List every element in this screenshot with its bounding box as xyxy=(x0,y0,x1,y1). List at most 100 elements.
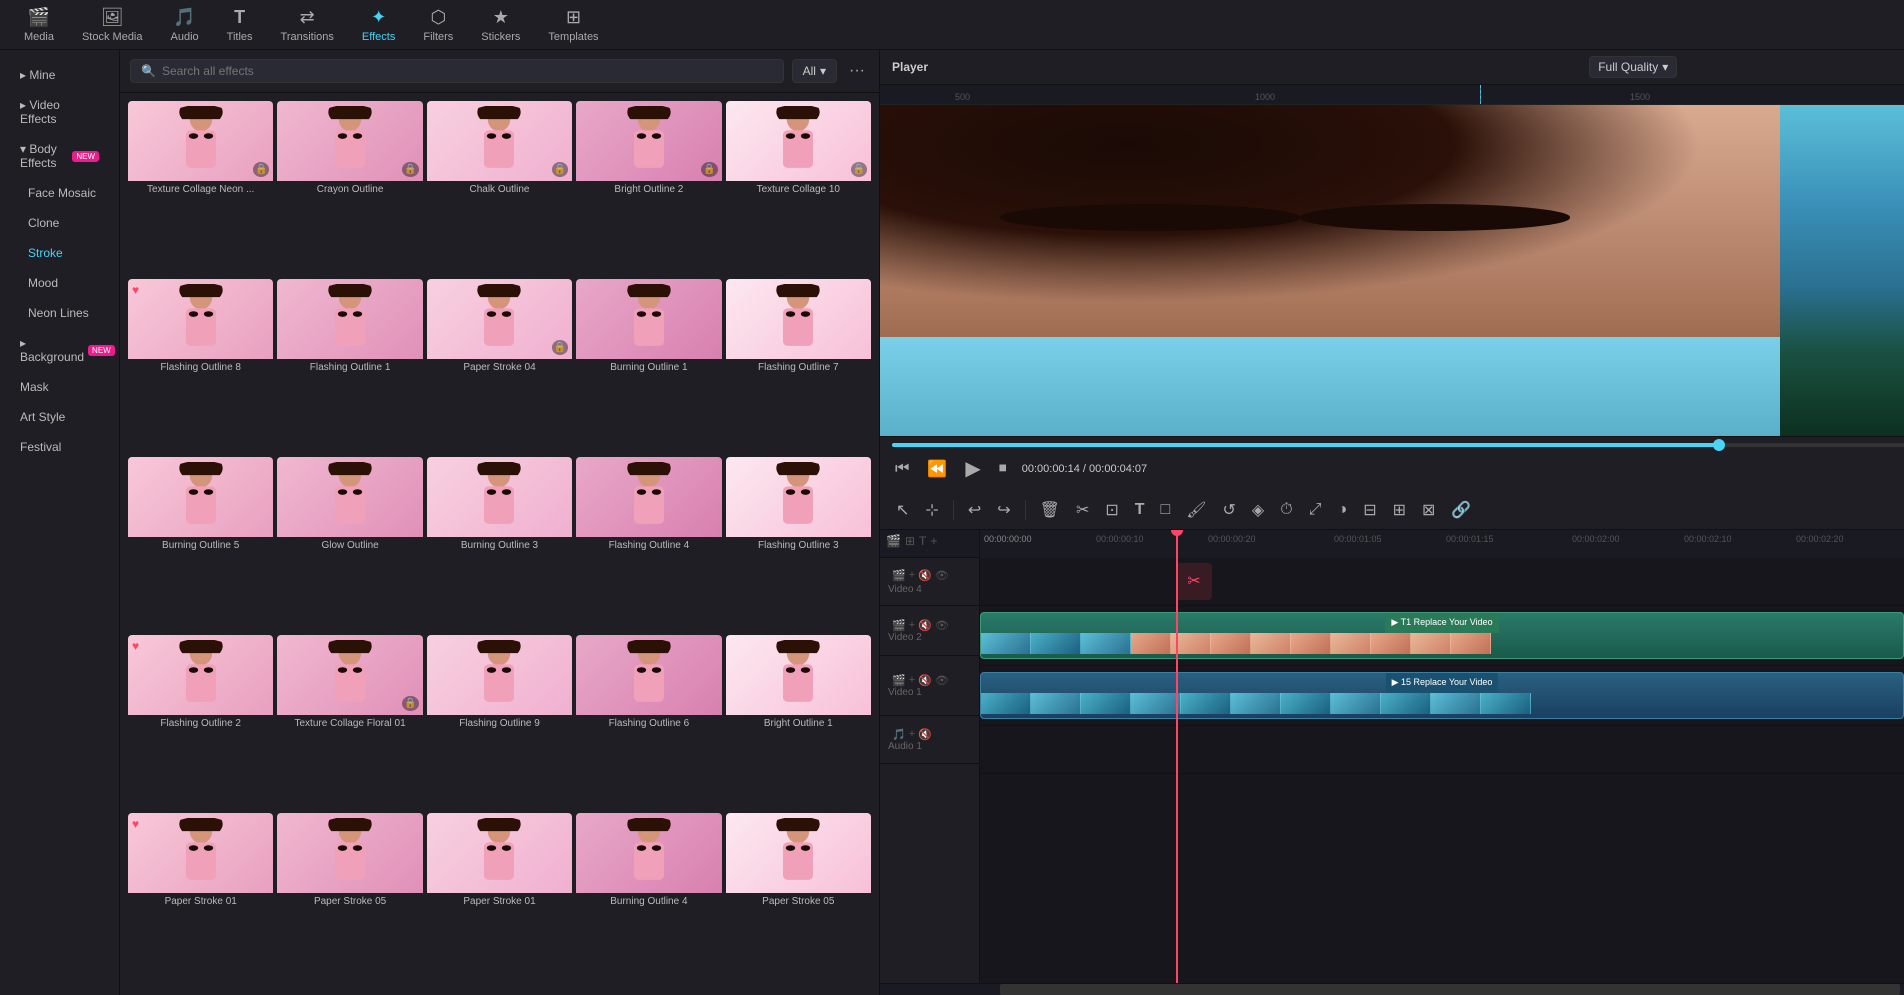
sidebar-item-clone[interactable]: Clone xyxy=(4,209,115,237)
nav-templates[interactable]: ⊞ Templates xyxy=(534,3,612,47)
effect-item-5[interactable]: ♥ Flashing Outline 8 xyxy=(128,279,273,453)
cut-button[interactable]: ✂ xyxy=(1070,496,1095,524)
quality-selector[interactable]: Full Quality ▾ xyxy=(1589,56,1677,78)
nav-effects[interactable]: ✦ Effects xyxy=(348,3,409,47)
sidebar-item-stroke[interactable]: Stroke xyxy=(4,239,115,267)
progress-handle[interactable] xyxy=(1713,439,1725,451)
merge-tool[interactable]: ⊞ xyxy=(1387,496,1412,524)
video2-clip[interactable]: ▶ T1 Replace Your Video xyxy=(980,612,1904,659)
sidebar-item-face-mosaic[interactable]: Face Mosaic xyxy=(4,179,115,207)
crop-alt-tool[interactable]: ⊠ xyxy=(1416,496,1441,524)
text-tool[interactable]: T xyxy=(1129,497,1151,523)
select-tool[interactable]: ↖ xyxy=(890,496,915,524)
nav-audio[interactable]: 🎵 Audio xyxy=(157,3,213,47)
nav-transitions[interactable]: ⇄ Transitions xyxy=(267,3,348,47)
search-box[interactable]: 🔍 xyxy=(130,59,784,83)
effect-item-7[interactable]: 🔒 Paper Stroke 04 xyxy=(427,279,572,453)
thumb-cell xyxy=(1291,633,1331,654)
effect-item-2[interactable]: 🔒 Chalk Outline xyxy=(427,101,572,275)
filter-button[interactable]: All ▾ xyxy=(792,59,837,83)
effect-item-17[interactable]: Flashing Outline 9 xyxy=(427,635,572,809)
mask-tool[interactable]: ◑ xyxy=(1332,497,1354,523)
video1-eye-icon[interactable]: 👁 xyxy=(935,674,949,687)
resize-tool[interactable]: ⤢ xyxy=(1303,497,1328,523)
effect-item-11[interactable]: Glow Outline xyxy=(277,457,422,631)
effect-item-21[interactable]: Paper Stroke 05 xyxy=(277,813,422,987)
adjust-tool[interactable]: ◈ xyxy=(1246,496,1270,524)
nav-stock-media[interactable]: 🖼 Stock Media xyxy=(68,3,157,47)
audio1-mute-icon[interactable]: 🔇 xyxy=(918,728,932,741)
video4-audio-icon[interactable]: 🔇 xyxy=(918,569,932,582)
playhead[interactable] xyxy=(1176,530,1178,983)
video1-add-icon[interactable]: + xyxy=(909,674,915,686)
split-tool[interactable]: ⊟ xyxy=(1357,496,1382,524)
video2-audio-icon[interactable]: 🔇 xyxy=(918,619,932,632)
shape-tool[interactable]: □ xyxy=(1155,497,1177,523)
crop-tool[interactable]: ⊡ xyxy=(1099,496,1124,524)
video2-eye-icon[interactable]: 👁 xyxy=(935,619,949,632)
effect-item-16[interactable]: 🔒 Texture Collage Floral 01 xyxy=(277,635,422,809)
timeline-scroll[interactable]: 00:00:00:00 00:00:00:10 00:00:00:20 00:0… xyxy=(980,530,1904,983)
search-input[interactable] xyxy=(162,64,773,78)
effect-item-14[interactable]: Flashing Outline 3 xyxy=(726,457,871,631)
nav-media[interactable]: 🎬 Media xyxy=(10,3,68,47)
video1-audio-icon[interactable]: 🔇 xyxy=(918,674,932,687)
effect-item-13[interactable]: Flashing Outline 4 xyxy=(576,457,721,631)
video4-add-icon[interactable]: + xyxy=(909,569,915,581)
link-tool[interactable]: 🔗 xyxy=(1445,496,1477,524)
effect-item-15[interactable]: ♥ Flashing Outline 2 xyxy=(128,635,273,809)
video1-clip[interactable]: ▶ 15 Replace Your Video xyxy=(980,672,1904,719)
sidebar-item-festival[interactable]: Festival xyxy=(4,433,115,461)
audio1-add-icon[interactable]: + xyxy=(909,728,915,740)
undo-button[interactable]: ↩ xyxy=(962,496,987,524)
redo-button[interactable]: ↪ xyxy=(991,496,1016,524)
sidebar-item-mine[interactable]: ▸ Mine xyxy=(4,61,115,89)
video2-add-icon[interactable]: + xyxy=(909,619,915,631)
effect-item-0[interactable]: 🔒 Texture Collage Neon ... xyxy=(128,101,273,275)
snap-tool[interactable]: ⊹ xyxy=(919,496,944,524)
effect-thumb-2: 🔒 xyxy=(427,101,572,181)
sidebar-item-art-style[interactable]: Art Style xyxy=(4,403,115,431)
effect-item-24[interactable]: Paper Stroke 05 xyxy=(726,813,871,987)
effect-item-9[interactable]: Flashing Outline 7 xyxy=(726,279,871,453)
effect-item-1[interactable]: 🔒 Crayon Outline xyxy=(277,101,422,275)
stop-button[interactable]: ⏹ xyxy=(996,457,1010,481)
more-options-button[interactable]: ··· xyxy=(845,58,869,84)
paint-tool[interactable]: 🖌 xyxy=(1180,496,1212,524)
scrollbar-thumb[interactable] xyxy=(1000,984,1900,995)
effect-item-8[interactable]: Burning Outline 1 xyxy=(576,279,721,453)
delete-button[interactable]: 🗑 xyxy=(1034,496,1066,524)
sidebar-group-body-effects[interactable]: ▾ Body Effects NEW xyxy=(4,135,115,177)
add-track-icon[interactable]: + xyxy=(930,534,937,548)
progress-bar[interactable] xyxy=(892,443,1904,447)
play-button[interactable]: ▶ xyxy=(962,453,983,484)
nav-stickers[interactable]: ★ Stickers xyxy=(467,3,534,47)
effect-item-22[interactable]: Paper Stroke 01 xyxy=(427,813,572,987)
effect-item-12[interactable]: Burning Outline 3 xyxy=(427,457,572,631)
effect-item-3[interactable]: 🔒 Bright Outline 2 xyxy=(576,101,721,275)
sidebar-item-background[interactable]: ▸ Background NEW xyxy=(4,329,115,371)
nav-titles[interactable]: T Titles xyxy=(213,3,267,47)
player-controls: ⏮ ⏪ ▶ ⏹ 00:00:00:14 / 00:00:04:07 { } xyxy=(880,436,1904,490)
sidebar-item-neon-lines[interactable]: Neon Lines xyxy=(4,299,115,327)
effect-item-4[interactable]: 🔒 Texture Collage 10 xyxy=(726,101,871,275)
effect-item-20[interactable]: ♥ Paper Stroke 01 xyxy=(128,813,273,987)
sidebar-item-mask[interactable]: Mask xyxy=(4,373,115,401)
effect-item-10[interactable]: Burning Outline 5 xyxy=(128,457,273,631)
effect-item-19[interactable]: Bright Outline 1 xyxy=(726,635,871,809)
nav-filters[interactable]: ⬡ Filters xyxy=(409,3,467,47)
add-text-icon[interactable]: T xyxy=(919,534,926,548)
rewind-button[interactable]: ⏮ xyxy=(892,457,912,481)
sidebar-item-video-effects[interactable]: ▸ Video Effects xyxy=(4,91,115,133)
add-overlay-icon[interactable]: ⊞ xyxy=(905,534,915,548)
effect-item-6[interactable]: Flashing Outline 1 xyxy=(277,279,422,453)
effect-item-18[interactable]: Flashing Outline 6 xyxy=(576,635,721,809)
effect-item-23[interactable]: Burning Outline 4 xyxy=(576,813,721,987)
video4-eye-icon[interactable]: 👁 xyxy=(935,569,949,582)
sidebar-item-mood[interactable]: Mood xyxy=(4,269,115,297)
speed-tool[interactable]: ⏱ xyxy=(1274,497,1298,523)
add-video-icon[interactable]: 🎬 xyxy=(886,534,901,548)
step-back-button[interactable]: ⏪ xyxy=(924,456,950,482)
horizontal-scrollbar[interactable] xyxy=(880,983,1904,995)
rotate-tool[interactable]: ↺ xyxy=(1217,496,1242,524)
